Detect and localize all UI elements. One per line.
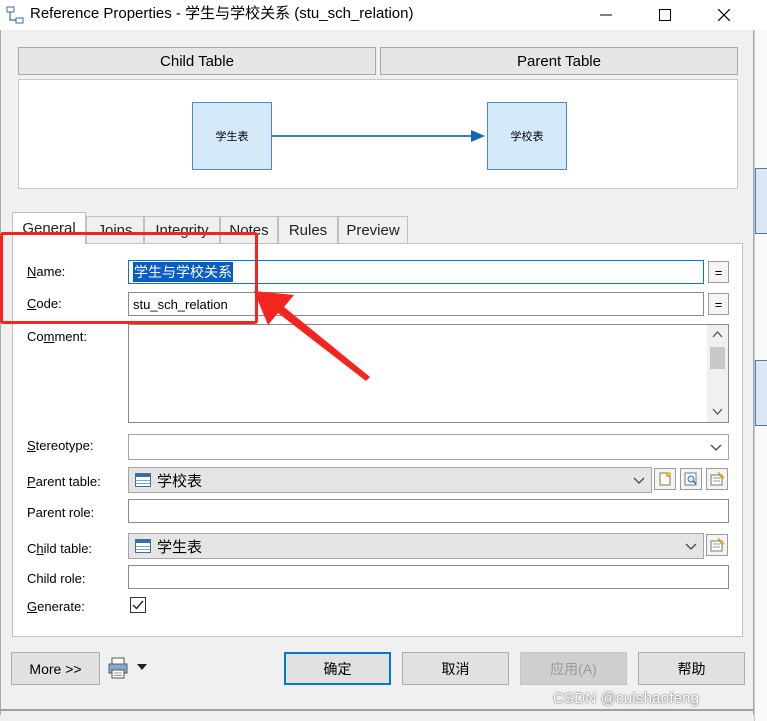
- annotation-arrow: [254, 291, 370, 381]
- parent-table-symbol[interactable]: 学校表: [487, 102, 567, 170]
- apply-button[interactable]: 应用(A): [520, 652, 627, 685]
- child-table-value: 学生表: [157, 538, 203, 556]
- child-role-input[interactable]: [128, 565, 729, 589]
- print-dropdown-icon[interactable]: [137, 664, 147, 670]
- reference-arrow-head: [471, 130, 485, 142]
- reference-diagram: 学生表 学校表: [18, 79, 738, 189]
- reference-link-line: [272, 135, 472, 137]
- child-table-label: Child table:: [27, 541, 93, 556]
- tab-rules[interactable]: Rules: [278, 216, 338, 243]
- chevron-down-icon: [685, 543, 697, 550]
- close-icon: [718, 9, 730, 21]
- child-table-header: Child Table: [18, 47, 376, 75]
- chevron-down-icon: [633, 477, 645, 484]
- ok-button[interactable]: 确定: [284, 652, 391, 685]
- comment-textarea[interactable]: [128, 324, 729, 423]
- maximize-button[interactable]: [645, 2, 685, 28]
- parent-table-value: 学校表: [157, 472, 203, 490]
- properties-icon: [710, 537, 725, 552]
- watermark-text: CSDN @cuishaofeng: [553, 690, 700, 707]
- comment-label: Comment:: [27, 329, 87, 344]
- reference-app-icon: [6, 6, 24, 24]
- new-object-icon: [659, 472, 671, 486]
- scroll-down-icon[interactable]: [712, 408, 723, 416]
- comment-scroll-thumb[interactable]: [710, 347, 725, 369]
- cancel-button[interactable]: 取消: [402, 652, 509, 685]
- checkmark-icon: [132, 600, 144, 610]
- scroll-up-icon[interactable]: [712, 330, 723, 338]
- child-table-properties-button[interactable]: [706, 534, 728, 556]
- child-table-symbol[interactable]: 学生表: [192, 102, 272, 170]
- stereotype-combobox[interactable]: [128, 434, 729, 460]
- more-button[interactable]: More >>: [11, 652, 100, 685]
- create-parent-table-button[interactable]: [654, 468, 676, 490]
- annotation-highlight-box: [0, 232, 258, 324]
- generate-label: Generate:: [27, 599, 85, 614]
- stereotype-label: Stereotype:: [27, 438, 94, 453]
- name-sync-button[interactable]: =: [708, 261, 729, 283]
- maximize-icon: [659, 9, 671, 21]
- parent-role-label: Parent role:: [27, 505, 95, 520]
- parent-role-input[interactable]: [128, 499, 729, 523]
- minimize-icon: [600, 14, 612, 16]
- parent-table-label: Parent table:: [27, 474, 101, 489]
- code-sync-button[interactable]: =: [708, 293, 729, 315]
- chevron-down-icon: [710, 444, 722, 451]
- properties-icon: [710, 471, 725, 486]
- table-icon: [135, 473, 151, 487]
- window-title: Reference Properties - 学生与学校关系 (stu_sch_…: [30, 5, 414, 22]
- print-icon[interactable]: [108, 656, 130, 680]
- parent-table-header: Parent Table: [380, 47, 738, 75]
- parent-table-combobox[interactable]: 学校表: [128, 467, 652, 493]
- browse-icon: [684, 472, 697, 486]
- parent-table-properties-button[interactable]: [706, 468, 728, 490]
- generate-checkbox[interactable]: [130, 597, 146, 613]
- child-table-combobox[interactable]: 学生表: [128, 533, 704, 559]
- child-role-label: Child role:: [27, 571, 86, 586]
- dialog-bottom-border: [0, 709, 754, 711]
- close-button[interactable]: [704, 2, 744, 28]
- minimize-button[interactable]: [586, 2, 626, 28]
- tab-preview[interactable]: Preview: [338, 216, 408, 243]
- background-table-fragment: [755, 360, 767, 426]
- help-button[interactable]: 帮助: [638, 652, 745, 685]
- table-icon: [135, 539, 151, 553]
- select-parent-table-button[interactable]: [680, 468, 702, 490]
- comment-scrollbar[interactable]: [707, 325, 728, 422]
- background-table-fragment: [755, 168, 767, 234]
